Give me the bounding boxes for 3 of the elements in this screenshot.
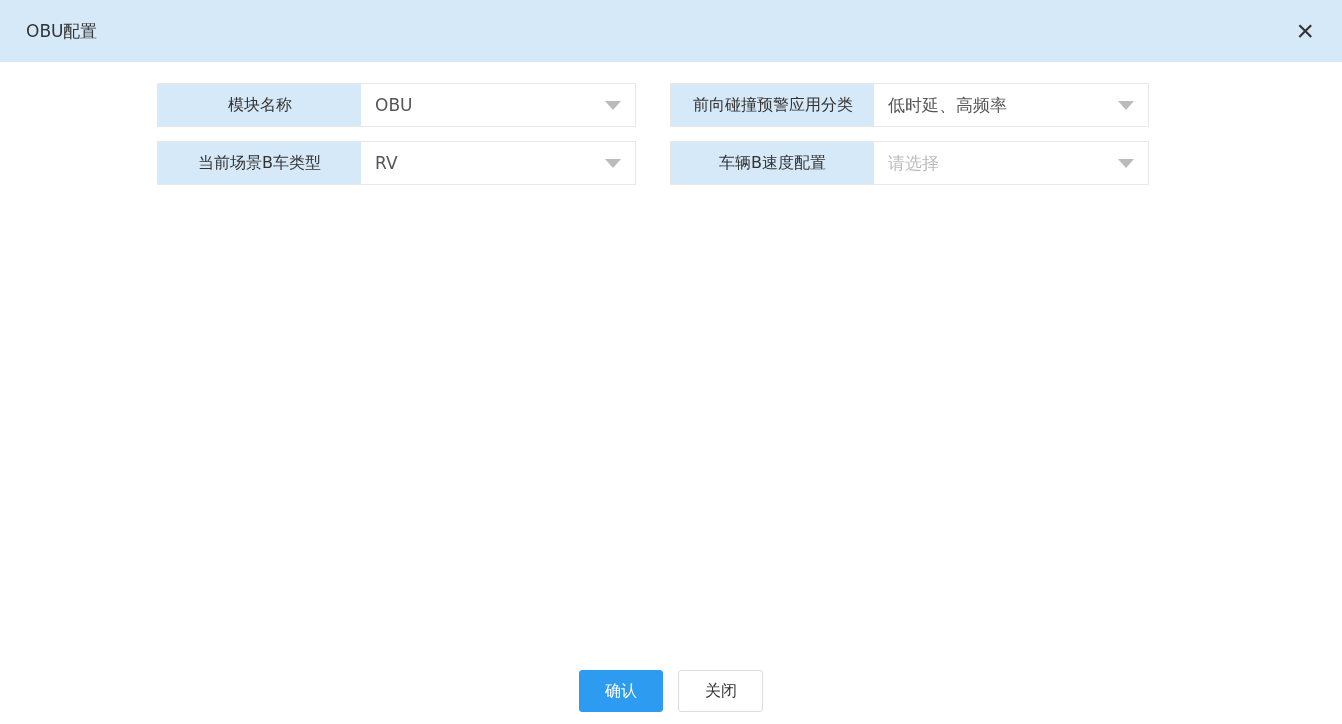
dialog-title: OBU配置 [26, 19, 98, 43]
close-button[interactable]: × [1292, 16, 1318, 46]
close-dialog-button[interactable]: 关闭 [678, 670, 763, 712]
